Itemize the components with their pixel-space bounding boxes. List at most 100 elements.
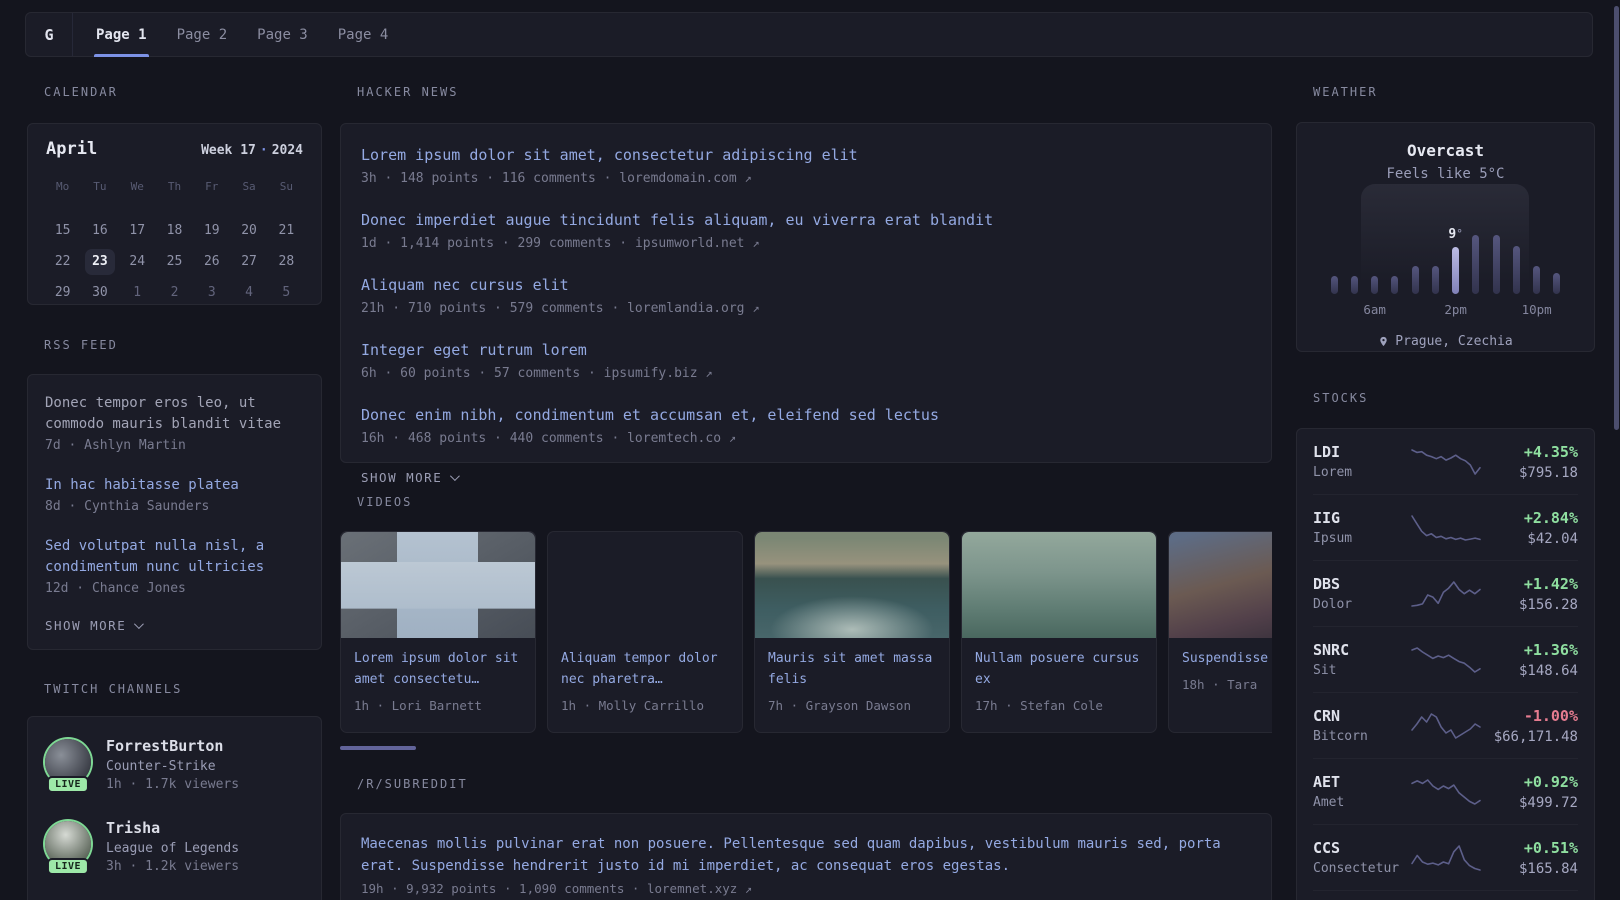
video-thumbnail[interactable] <box>341 532 535 638</box>
stock-name: Amet <box>1313 795 1345 810</box>
video-thumbnail[interactable] <box>962 532 1156 638</box>
channel-meta: 3h · 1.2k viewers <box>106 859 240 874</box>
video-title[interactable]: Mauris sit amet massa felis <box>768 649 936 691</box>
stock-sparkline <box>1410 778 1481 805</box>
stock-name: Ipsum <box>1313 531 1353 546</box>
rss-show-more-button[interactable]: SHOW MORE <box>45 618 304 633</box>
rss-item: In hac habitasse platea 8d · Cynthia Sau… <box>45 475 304 514</box>
video-card[interactable]: Nullam posuere cursus ex 17h · Stefan Co… <box>961 531 1157 733</box>
weather-bar-slot <box>1446 247 1466 294</box>
hn-item-domain[interactable]: loremtech.co ↗ <box>627 431 736 446</box>
video-meta: 7h · Grayson Dawson <box>768 697 911 713</box>
video-card[interactable]: Suspendisse diam 18h · Tara <box>1168 531 1272 733</box>
tab-page-2[interactable]: Page 2 <box>162 13 243 56</box>
hn-item-title[interactable]: Donec enim nibh, condimentum et accumsan… <box>361 405 1251 426</box>
hn-item: Lorem ipsum dolor sit amet, consectetur … <box>361 145 1251 186</box>
hn-item: Donec enim nibh, condimentum et accumsan… <box>361 405 1251 446</box>
weather-bar <box>1553 273 1561 294</box>
hn-item-title[interactable]: Aliquam nec cursus elit <box>361 275 1251 296</box>
carousel-scrollbar[interactable] <box>340 746 416 750</box>
reddit-post-domain[interactable]: loremnet.xyz ↗ <box>647 881 752 896</box>
calendar-date-cell: 20 <box>241 222 257 238</box>
stock-change: -1.00% <box>1523 706 1578 725</box>
video-card[interactable]: Aliquam tempor dolor nec pharetra… 1h · … <box>547 531 743 733</box>
rss-item-title[interactable]: Sed volutpat nulla nisl, a condimentum n… <box>45 536 304 578</box>
weather-bar <box>1431 266 1439 294</box>
rss-item-title[interactable]: In hac habitasse platea <box>45 475 304 496</box>
day-header: Sa <box>242 180 256 193</box>
hn-item-meta: 6h · 60 points · 57 comments · ipsumify.… <box>361 366 713 381</box>
stock-change: +1.42% <box>1523 574 1578 593</box>
stock-symbol: CCS <box>1313 839 1341 857</box>
hn-show-more-button[interactable]: SHOW MORE <box>361 470 1251 485</box>
section-title-hackernews: HACKER NEWS <box>357 85 459 99</box>
twitch-channel[interactable]: LIVE ForrestBurton Counter-Strike 1h · 1… <box>45 737 304 793</box>
tab-page-3[interactable]: Page 3 <box>242 13 323 56</box>
video-title[interactable]: Suspendisse diam <box>1182 649 1272 670</box>
video-title[interactable]: Nullam posuere cursus ex <box>975 649 1143 691</box>
weather-bar-slot <box>1506 246 1526 294</box>
stock-change: +1.36% <box>1523 640 1578 659</box>
calendar-widget: April Week 17 · 2024 Mo Tu We Th Fr Sa Su 15 16 17… <box>27 123 322 305</box>
stock-name: Sit <box>1313 663 1337 678</box>
stock-price: $66,171.48 <box>1493 728 1578 745</box>
page-scrollbar-thumb[interactable] <box>1614 6 1619 430</box>
section-title-subreddit: /R/SUBREDDIT <box>357 777 468 791</box>
stock-price: $42.04 <box>1527 530 1578 547</box>
page-tabs: Page 1 Page 2 Page 3 Page 4 <box>73 13 404 57</box>
video-title[interactable]: Aliquam tempor dolor nec pharetra… <box>561 649 729 691</box>
video-title[interactable]: Lorem ipsum dolor sit amet consectetu… <box>354 649 522 691</box>
reddit-post-title[interactable]: Maecenas mollis pulvinar erat non posuer… <box>361 834 1251 877</box>
video-thumbnail[interactable] <box>1169 532 1272 638</box>
tab-page-4[interactable]: Page 4 <box>323 13 404 56</box>
location-pin-icon <box>1380 336 1388 347</box>
video-thumbnail[interactable] <box>548 532 742 638</box>
weather-bar <box>1533 266 1541 294</box>
hn-item-title[interactable]: Lorem ipsum dolor sit amet, consectetur … <box>361 145 1251 166</box>
stock-price: $499.72 <box>1518 794 1578 811</box>
video-card[interactable]: Lorem ipsum dolor sit amet consectetu… 1… <box>340 531 536 733</box>
video-thumbnail[interactable] <box>755 532 949 638</box>
calendar-date-cell: 15 <box>54 222 71 238</box>
calendar-date-cell: 24 <box>129 253 146 269</box>
weather-bar-slot <box>1344 276 1364 294</box>
video-card[interactable]: Mauris sit amet massa felis 7h · Grayson… <box>754 531 950 733</box>
day-header: Mo <box>56 180 70 193</box>
stock-sparkline <box>1410 580 1481 607</box>
hn-item-domain[interactable]: loremdomain.com ↗ <box>619 171 751 186</box>
stock-price: $795.18 <box>1518 464 1578 481</box>
stock-row: AET Amet +0.92% $499.72 <box>1313 759 1578 825</box>
calendar-date-cell: 19 <box>203 222 220 238</box>
hn-item-title[interactable]: Integer eget rutrum lorem <box>361 340 1251 361</box>
calendar-date-cell: 3 <box>207 284 216 300</box>
hn-item-title[interactable]: Donec imperdiet augue tincidunt felis al… <box>361 210 1251 231</box>
hn-item-domain[interactable]: loremlandia.org ↗ <box>627 301 759 316</box>
stock-change: +4.35% <box>1523 442 1578 461</box>
stock-name: Consectetur <box>1313 861 1400 876</box>
calendar-date-cell: 22 <box>54 253 71 269</box>
weather-bar <box>1472 235 1480 294</box>
hn-item-domain[interactable]: ipsumworld.net ↗ <box>635 236 760 251</box>
stock-price: $156.28 <box>1518 596 1578 613</box>
stock-symbol: AET <box>1313 773 1341 791</box>
video-meta: 1h · Molly Carrillo <box>561 697 704 713</box>
day-header: We <box>130 180 144 193</box>
stock-sparkline <box>1410 712 1481 739</box>
rss-item-title[interactable]: Donec tempor eros leo, ut commodo mauris… <box>45 393 304 435</box>
subreddit-widget: Maecenas mollis pulvinar erat non posuer… <box>340 813 1272 900</box>
rss-item: Donec tempor eros leo, ut commodo mauris… <box>45 393 304 453</box>
channel-name[interactable]: ForrestBurton <box>106 737 239 755</box>
twitch-channel[interactable]: LIVE Trisha League of Legends 3h · 1.2k … <box>45 819 304 875</box>
channel-name[interactable]: Trisha <box>106 819 239 837</box>
calendar-date-cell: 16 <box>92 222 108 238</box>
video-meta: 17h · Stefan Cole <box>975 697 1103 713</box>
glance-logo[interactable]: G <box>26 13 73 56</box>
rss-feed-widget: Donec tempor eros leo, ut commodo mauris… <box>27 374 322 650</box>
twitch-channels-widget: LIVE ForrestBurton Counter-Strike 1h · 1… <box>27 716 322 900</box>
calendar-week-label: Week 17 · 2024 <box>201 143 303 158</box>
weather-bar <box>1492 235 1500 294</box>
stock-row: CCS Consectetur +0.51% $165.84 <box>1313 825 1578 891</box>
external-link-icon: ↗ <box>752 236 760 250</box>
tab-page-1[interactable]: Page 1 <box>81 13 162 57</box>
hn-item-domain[interactable]: ipsumify.biz ↗ <box>604 366 713 381</box>
